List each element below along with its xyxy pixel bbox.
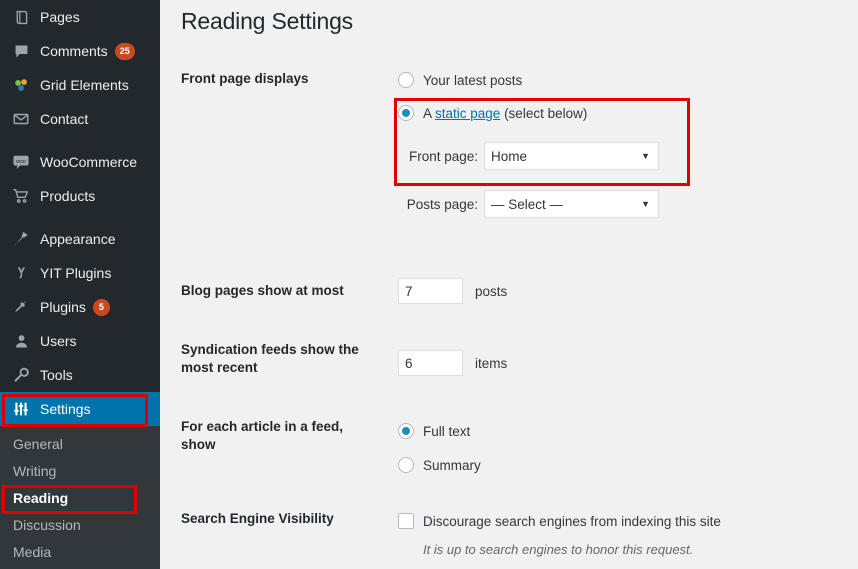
submenu-item-label: General: [13, 436, 63, 452]
option-your-latest-posts[interactable]: Your latest posts: [398, 67, 659, 93]
yit-plugins-icon: [11, 263, 31, 283]
svg-text:woo: woo: [16, 159, 26, 165]
option-label: Summary: [423, 458, 481, 473]
submenu-item-label: Reading: [13, 490, 68, 506]
products-icon: [11, 186, 31, 206]
woocommerce-icon: woo: [11, 152, 31, 172]
search-visibility-hint: It is up to search engines to honor this…: [423, 542, 721, 557]
radio-your-latest-posts[interactable]: [398, 72, 414, 88]
sidebar-item-grid-elements[interactable]: Grid Elements: [0, 68, 160, 102]
sidebar-item-label: Contact: [40, 111, 88, 127]
front-page-select[interactable]: Home: [484, 142, 659, 170]
option-discourage-search-engines[interactable]: Discourage search engines from indexing …: [398, 508, 721, 534]
sidebar-item-label: Grid Elements: [40, 77, 129, 93]
appearance-icon: [11, 229, 31, 249]
tools-icon: [11, 365, 31, 385]
static-prefix: A: [423, 106, 435, 121]
blog-pages-unit: posts: [475, 284, 507, 299]
posts-page-select-label: Posts page:: [398, 197, 478, 212]
posts-page-select[interactable]: — Select —: [484, 190, 659, 218]
front-page-select-label: Front page:: [398, 149, 478, 164]
submenu-item-label: Media: [13, 544, 51, 560]
option-label: Your latest posts: [423, 73, 522, 88]
radio-summary[interactable]: [398, 457, 414, 473]
blog-pages-label: Blog pages show at most: [181, 282, 386, 300]
checkbox-label: Discourage search engines from indexing …: [423, 514, 721, 529]
sidebar-separator: [0, 136, 160, 145]
option-summary[interactable]: Summary: [398, 452, 481, 478]
settings-submenu: General Writing Reading Discussion Media: [0, 426, 160, 569]
row-front-page-displays: Front page displays Your latest posts A …: [160, 70, 858, 230]
sidebar-item-label: Users: [40, 333, 77, 349]
static-page-option-text: A static page (select below): [423, 106, 587, 121]
front-page-displays-label: Front page displays: [181, 70, 386, 88]
main-content: Reading Settings Front page displays You…: [160, 0, 858, 569]
blog-pages-field: posts: [398, 278, 507, 304]
submenu-item-label: Writing: [13, 463, 56, 479]
sidebar-item-yit-plugins[interactable]: YIT Plugins: [0, 256, 160, 290]
search-visibility-label: Search Engine Visibility: [181, 510, 386, 528]
sidebar-separator: [0, 213, 160, 222]
sidebar-item-label: Pages: [40, 9, 80, 25]
submenu-item-discussion[interactable]: Discussion: [0, 511, 160, 538]
comments-count-badge: 25: [115, 43, 135, 60]
grid-elements-icon: [11, 75, 31, 95]
sidebar-item-plugins[interactable]: Plugins 5: [0, 290, 160, 324]
sidebar-item-contact[interactable]: Contact: [0, 102, 160, 136]
submenu-item-general[interactable]: General: [0, 430, 160, 457]
syndication-unit: items: [475, 356, 507, 371]
static-page-link[interactable]: static page: [435, 106, 500, 121]
admin-sidebar: Pages Comments 25 Grid Elements Contact …: [0, 0, 160, 569]
syndication-field: items: [398, 350, 507, 376]
sidebar-item-label: Settings: [40, 401, 91, 417]
page-title: Reading Settings: [181, 7, 353, 36]
radio-a-static-page[interactable]: [398, 105, 414, 121]
sidebar-item-tools[interactable]: Tools: [0, 358, 160, 392]
posts-page-select-row: Posts page: — Select — ▼: [398, 189, 659, 219]
sidebar-item-label: Plugins: [40, 299, 86, 315]
radio-full-text[interactable]: [398, 423, 414, 439]
syndication-label: Syndication feeds show the most recent: [181, 341, 376, 377]
wordpress-admin-screen: Pages Comments 25 Grid Elements Contact …: [0, 0, 858, 569]
settings-icon: [11, 399, 31, 419]
users-icon: [11, 331, 31, 351]
sidebar-item-products[interactable]: Products: [0, 179, 160, 213]
option-full-text[interactable]: Full text: [398, 418, 481, 444]
comments-icon: [11, 41, 31, 61]
plugins-icon: [11, 297, 31, 317]
submenu-item-label: Discussion: [13, 517, 81, 533]
syndication-input[interactable]: [398, 350, 463, 376]
plugins-count-badge: 5: [93, 299, 110, 316]
posts-page-select-wrap: — Select — ▼: [484, 190, 659, 218]
sidebar-item-comments[interactable]: Comments 25: [0, 34, 160, 68]
front-page-select-wrap: Home ▼: [484, 142, 659, 170]
sidebar-item-label: Products: [40, 188, 95, 204]
blog-pages-input[interactable]: [398, 278, 463, 304]
option-label: Full text: [423, 424, 470, 439]
sidebar-item-label: WooCommerce: [40, 154, 137, 170]
sidebar-item-label: Tools: [40, 367, 73, 383]
checkbox-discourage-search-engines[interactable]: [398, 513, 414, 529]
sidebar-item-label: YIT Plugins: [40, 265, 111, 281]
submenu-item-media[interactable]: Media: [0, 538, 160, 565]
contact-icon: [11, 109, 31, 129]
sidebar-item-pages[interactable]: Pages: [0, 0, 160, 34]
sidebar-item-appearance[interactable]: Appearance: [0, 222, 160, 256]
sidebar-item-users[interactable]: Users: [0, 324, 160, 358]
submenu-item-reading[interactable]: Reading: [0, 484, 160, 511]
pages-icon: [11, 7, 31, 27]
sidebar-item-label: Appearance: [40, 231, 116, 247]
sidebar-item-settings[interactable]: Settings: [0, 392, 160, 426]
sidebar-item-label: Comments: [40, 43, 108, 59]
static-suffix: (select below): [500, 106, 587, 121]
feed-article-label: For each article in a feed, show: [181, 418, 376, 454]
sidebar-item-woocommerce[interactable]: woo WooCommerce: [0, 145, 160, 179]
option-a-static-page[interactable]: A static page (select below): [398, 100, 659, 126]
submenu-item-writing[interactable]: Writing: [0, 457, 160, 484]
front-page-select-row: Front page: Home ▼: [398, 141, 659, 171]
